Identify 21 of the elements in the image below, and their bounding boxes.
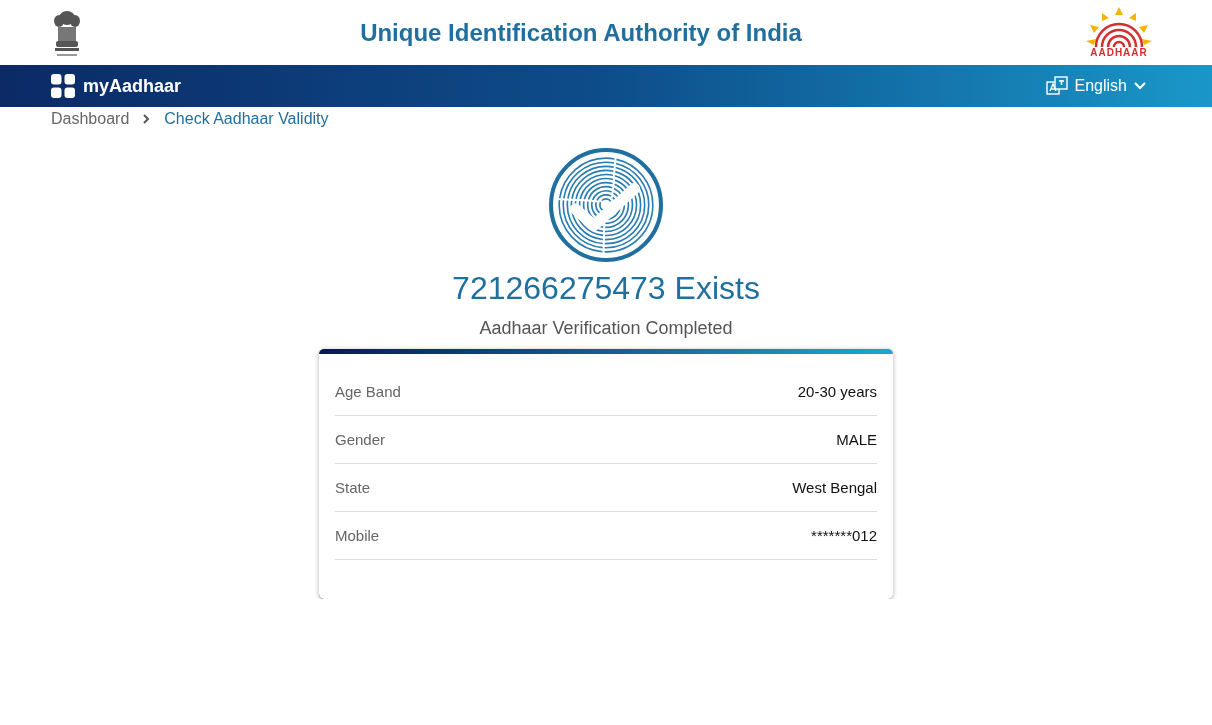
result-subheading: Aadhaar Verification Completed [479,318,733,339]
detail-label: Age Band [335,383,401,400]
detail-value: MALE [836,431,877,448]
page-title: Unique Identification Authority of India [360,18,802,47]
chevron-down-icon [1134,82,1146,90]
language-selector[interactable]: English [1045,76,1146,96]
breadcrumb-link[interactable]: Check Aadhaar Validity [164,110,329,128]
verified-fingerprint-icon [549,148,663,262]
detail-value: 20-30 years [797,383,877,400]
detail-label: Mobile [335,527,380,544]
chevron-right-icon [143,114,151,124]
brand-name: myAadhaar [83,75,182,97]
result-heading: 721266275473 Exists [452,270,760,307]
breadcrumb-link[interactable]: Dashboard [51,110,130,128]
detail-value: West Bengal [792,479,877,496]
aadhaar-logo: AADHAAR [1080,7,1158,58]
detail-value: *******012 [811,527,877,544]
translate-icon [1045,76,1068,96]
detail-label: State [335,479,371,496]
detail-label: Gender [335,431,386,448]
apps-grid-icon[interactable] [51,74,75,98]
